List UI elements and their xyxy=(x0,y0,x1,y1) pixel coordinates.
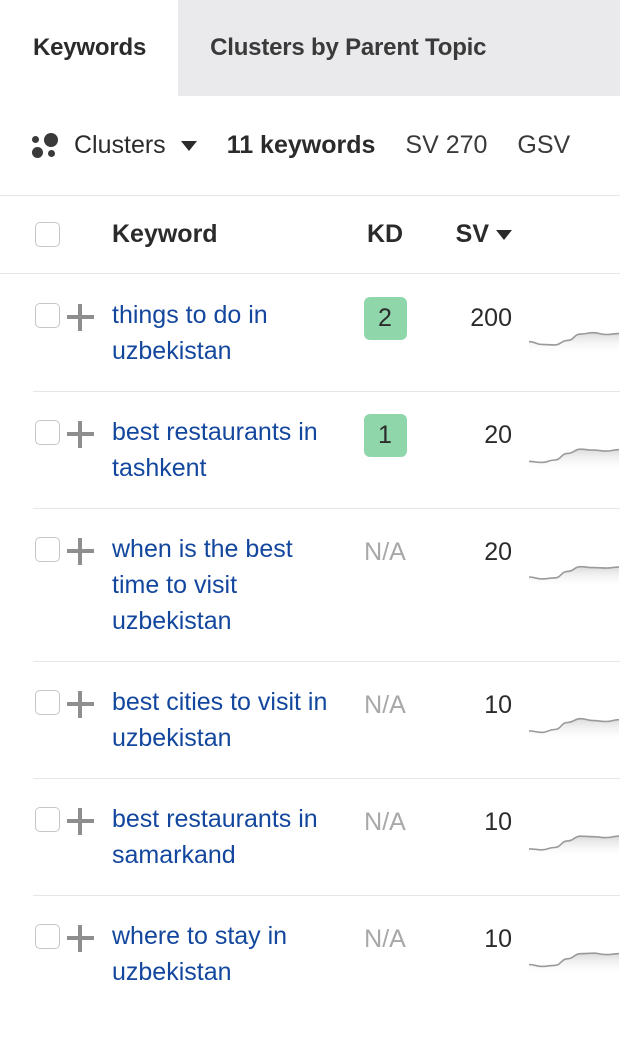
sparkline-chart xyxy=(529,531,619,587)
keyword-table-body: things to do in uzbekistan 2 200 best resta… xyxy=(0,274,620,1012)
trend-cell xyxy=(520,297,620,353)
tab-clusters-by-parent-topic-label: Clusters by Parent Topic xyxy=(210,34,487,61)
add-keyword-cell xyxy=(67,801,112,808)
row-select-checkbox[interactable] xyxy=(35,690,60,715)
sort-descending-icon xyxy=(496,229,512,240)
clusters-dropdown-label: Clusters xyxy=(74,131,166,159)
sv-cell: 200 xyxy=(430,297,520,340)
tab-keywords[interactable]: Keywords xyxy=(0,0,179,96)
table-row[interactable]: best restaurants in tashkent 1 20 xyxy=(0,391,620,508)
select-all-cell xyxy=(0,222,67,247)
kd-not-available: N/A xyxy=(364,808,406,836)
kd-badge: 1 xyxy=(363,414,407,457)
trend-cell xyxy=(520,414,620,470)
sparkline-area xyxy=(529,332,619,353)
sv-value: 200 xyxy=(470,304,512,332)
keyword-cell: best cities to visit in uzbekistan xyxy=(112,684,340,756)
header-keyword[interactable]: Keyword xyxy=(112,220,340,249)
keyword-cell: best restaurants in samarkand xyxy=(112,801,340,873)
row-select-checkbox[interactable] xyxy=(35,924,60,949)
kd-cell: N/A xyxy=(340,918,430,961)
row-select-checkbox[interactable] xyxy=(35,303,60,328)
add-keyword-cell xyxy=(67,414,112,421)
trend-cell xyxy=(520,531,620,587)
header-sv-label: SV xyxy=(455,220,489,248)
select-all-checkbox[interactable] xyxy=(35,222,60,247)
row-select-checkbox[interactable] xyxy=(35,420,60,445)
row-select-cell xyxy=(0,684,67,715)
keyword-link[interactable]: best restaurants in tashkent xyxy=(112,414,340,486)
kd-cell: N/A xyxy=(340,531,430,574)
keyword-link[interactable]: when is the best time to visit uzbekista… xyxy=(112,531,340,639)
row-select-cell xyxy=(0,297,67,328)
kd-not-available: N/A xyxy=(364,691,406,719)
header-kd[interactable]: KD xyxy=(340,220,430,249)
table-row[interactable]: when is the best time to visit uzbekista… xyxy=(0,508,620,661)
header-keyword-label: Keyword xyxy=(112,220,218,248)
tab-clusters-by-parent-topic[interactable]: Clusters by Parent Topic xyxy=(178,0,620,96)
keyword-cell: where to stay in uzbekistan xyxy=(112,918,340,990)
kd-badge: 2 xyxy=(363,297,407,340)
row-select-cell xyxy=(0,918,67,949)
sparkline-chart xyxy=(529,801,619,857)
row-select-cell xyxy=(0,414,67,445)
kd-not-available: N/A xyxy=(364,925,406,953)
keyword-cell: best restaurants in tashkent xyxy=(112,414,340,486)
header-sv[interactable]: SV xyxy=(430,220,520,249)
kd-cell: N/A xyxy=(340,801,430,844)
tab-keywords-label: Keywords xyxy=(33,34,147,61)
row-select-checkbox[interactable] xyxy=(35,807,60,832)
trend-cell xyxy=(520,918,620,974)
sparkline-chart xyxy=(529,414,619,470)
row-select-checkbox[interactable] xyxy=(35,537,60,562)
sv-value: 10 xyxy=(484,925,512,953)
trend-cell xyxy=(520,684,620,740)
keyword-cell: when is the best time to visit uzbekista… xyxy=(112,531,340,639)
header-kd-label: KD xyxy=(366,220,404,248)
sv-cell: 20 xyxy=(430,531,520,574)
clusters-dropdown[interactable]: Clusters xyxy=(31,131,197,160)
sv-value: 10 xyxy=(484,691,512,719)
add-keyword-cell xyxy=(67,684,112,691)
sv-value: 20 xyxy=(484,538,512,566)
chevron-down-icon xyxy=(180,140,197,151)
table-row[interactable]: best restaurants in samarkand N/A 10 xyxy=(0,778,620,895)
keyword-cell: things to do in uzbekistan xyxy=(112,297,340,369)
row-select-cell xyxy=(0,531,67,562)
trend-cell xyxy=(520,801,620,857)
sv-value: 10 xyxy=(484,808,512,836)
table-row[interactable]: things to do in uzbekistan 2 200 xyxy=(0,274,620,391)
add-keyword-cell xyxy=(67,297,112,304)
keyword-count: 11 keywords xyxy=(226,131,376,159)
sv-value: 20 xyxy=(484,421,512,449)
row-select-cell xyxy=(0,801,67,832)
keyword-link[interactable]: best restaurants in samarkand xyxy=(112,801,340,873)
kd-not-available: N/A xyxy=(364,538,406,566)
table-row[interactable]: where to stay in uzbekistan N/A 10 xyxy=(0,895,620,1012)
sparkline-chart xyxy=(529,297,619,353)
sparkline-chart xyxy=(529,684,619,740)
kd-cell: 1 xyxy=(340,414,430,457)
sv-cell: 10 xyxy=(430,684,520,727)
kd-cell: 2 xyxy=(340,297,430,340)
table-row[interactable]: best cities to visit in uzbekistan N/A 10 xyxy=(0,661,620,778)
add-keyword-cell xyxy=(67,531,112,538)
table-header: Keyword KD SV xyxy=(0,196,620,274)
sv-cell: 20 xyxy=(430,414,520,457)
sparkline-area xyxy=(529,449,619,470)
sparkline-chart xyxy=(529,918,619,974)
sv-cell: 10 xyxy=(430,801,520,844)
sv-total-metric: SV 270 xyxy=(405,131,488,159)
keyword-link[interactable]: best cities to visit in uzbekistan xyxy=(112,684,340,756)
keyword-link[interactable]: things to do in uzbekistan xyxy=(112,297,340,369)
gsv-total-metric: GSV xyxy=(517,131,571,159)
keyword-link[interactable]: where to stay in uzbekistan xyxy=(112,918,340,990)
add-keyword-cell xyxy=(67,918,112,925)
tab-bar: Keywords Clusters by Parent Topic xyxy=(0,0,620,96)
clusters-icon xyxy=(31,132,61,159)
sv-cell: 10 xyxy=(430,918,520,961)
kd-cell: N/A xyxy=(340,684,430,727)
metrics-toolbar: Clusters 11 keywords SV 270 GSV xyxy=(0,96,620,196)
